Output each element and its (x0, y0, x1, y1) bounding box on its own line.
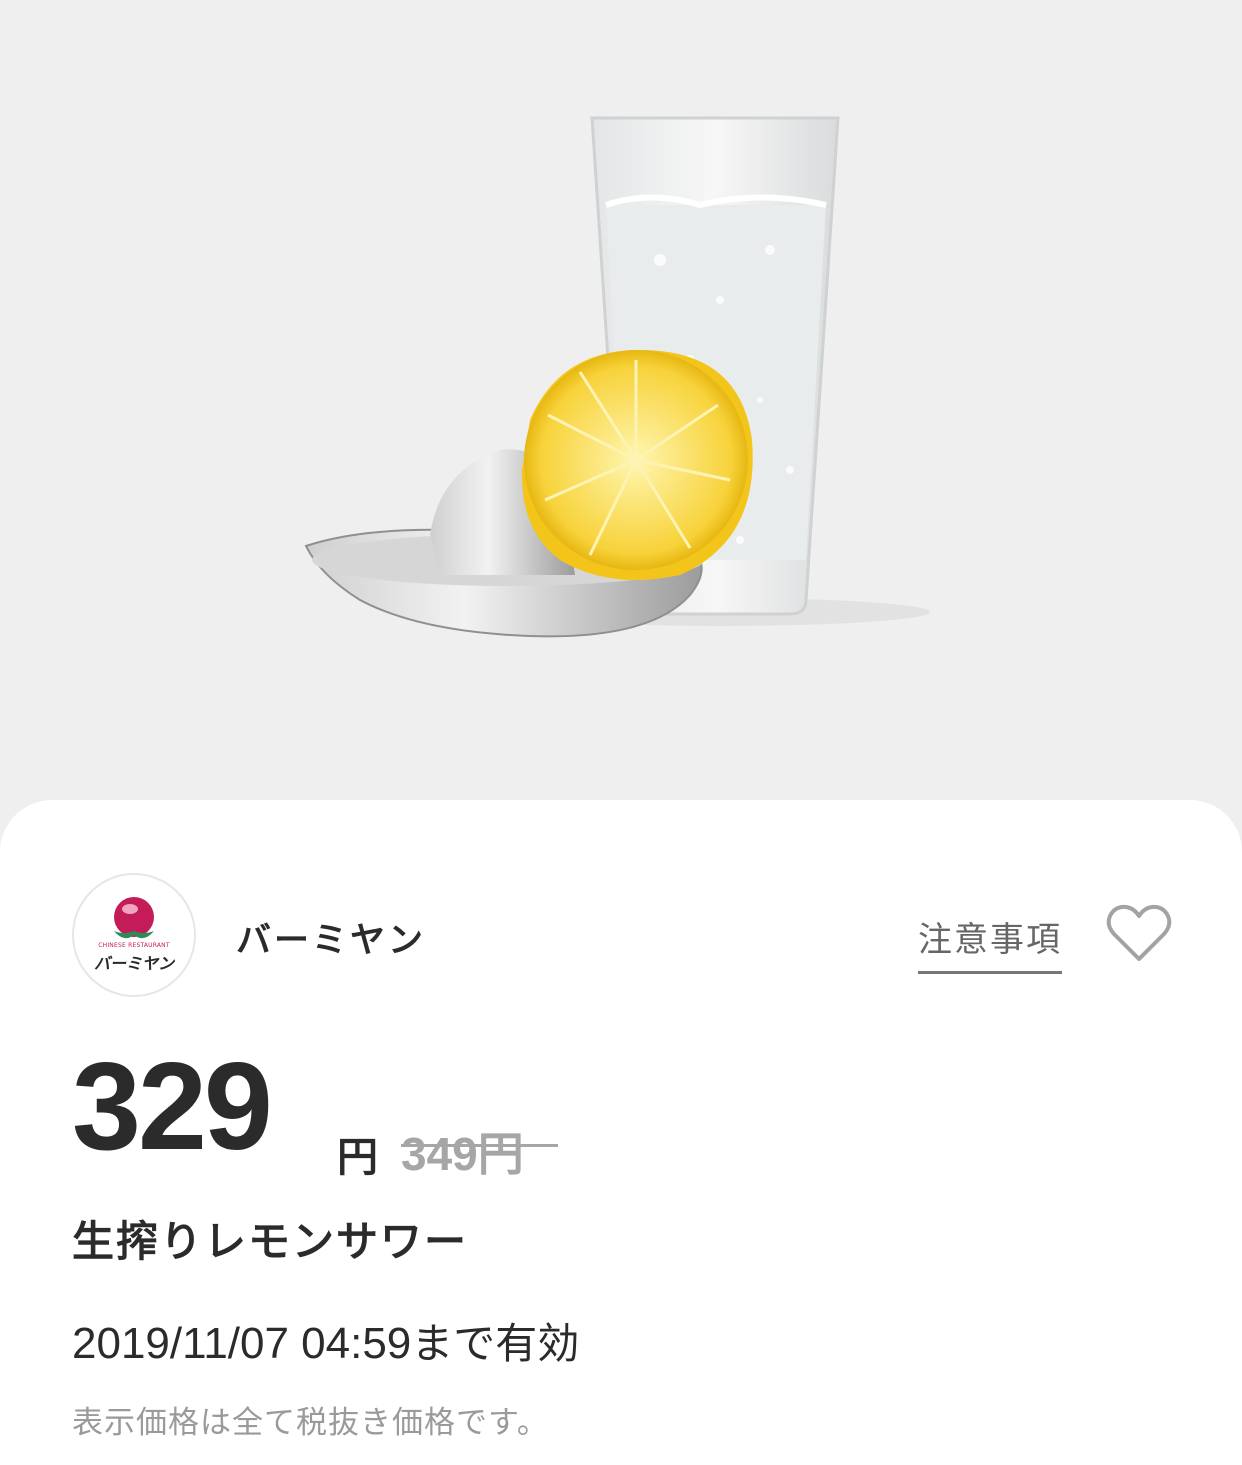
product-image (0, 0, 1242, 830)
discount-price: 329 (72, 1038, 273, 1176)
logo-kana: バーミヤン (93, 954, 174, 973)
brand-logo: CHINESE RESTAURANT バーミヤン (72, 873, 196, 997)
brand-name[interactable]: バーミヤン (236, 912, 426, 963)
validity-text: 2019/11/07 04:59まで有効 (72, 1310, 579, 1371)
lemon-sour-illustration (304, 116, 930, 638)
coupon-card: CHINESE RESTAURANT バーミヤン バーミヤン 注意事項 329 … (0, 800, 1242, 1465)
heart-outline-icon[interactable] (1106, 903, 1172, 963)
logo-caption: CHINESE RESTAURANT (98, 942, 170, 949)
validity-suffix: まで有効 (411, 1319, 580, 1368)
notes-link[interactable]: 注意事項 (918, 912, 1062, 974)
currency-label: 円 (337, 1133, 378, 1181)
peach-icon (114, 897, 154, 939)
validity-datetime: 2019/11/07 04:59 (72, 1319, 412, 1368)
product-name: 生搾りレモンサワー (72, 1217, 469, 1266)
original-price: 349円 (401, 1128, 524, 1180)
tax-note: 表示価格は全て税抜き価格です。 (72, 1405, 549, 1441)
strikethrough-line (401, 1144, 558, 1147)
